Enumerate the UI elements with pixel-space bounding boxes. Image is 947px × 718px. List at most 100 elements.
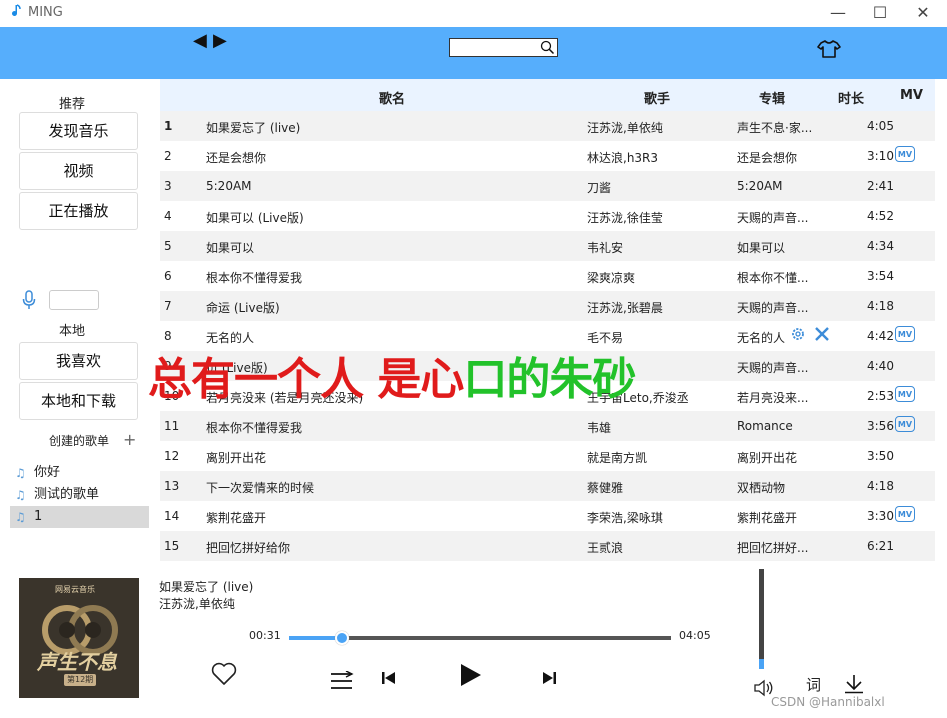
sidebar: 推荐 发现音乐 视频 正在播放 本地 我喜欢 本地和下载 创建的歌单 + ♫ 你… [0,79,160,564]
row-index: 2 [164,149,172,163]
sidebar-item-liked[interactable]: 我喜欢 [19,342,138,380]
sidebar-item-now-playing[interactable]: 正在播放 [19,192,138,230]
maximize-button[interactable]: ☐ [869,2,891,24]
mv-icon[interactable]: MV [895,146,915,162]
table-row[interactable]: 5 如果可以 韦礼安 如果可以 4:34 [160,231,935,261]
next-track-icon[interactable] [541,671,557,685]
voice-search-field[interactable] [49,290,99,310]
microphone-icon[interactable] [22,290,36,310]
play-icon[interactable] [457,662,483,688]
album-name: 还是会想你 [737,151,798,165]
lyric-toggle-button[interactable]: 词 [806,674,821,695]
sidebar-item-local-download[interactable]: 本地和下载 [19,382,138,420]
column-header-mv[interactable]: MV [900,88,923,103]
song-name: 还是会想你 [206,151,267,165]
minimize-button[interactable]: — [827,2,849,24]
album-name: 声生不息·家... [737,121,813,135]
playlist-item[interactable]: ♫ 1 [10,506,149,528]
table-row[interactable]: 13 下一次爱情来的时候 蔡健雅 双栖动物 4:18 [160,471,935,501]
mv-icon[interactable]: MV [895,416,915,432]
cover-episode: 第12期 [67,675,94,684]
column-header-duration[interactable]: 时长 [838,88,864,107]
artist-name: 汪苏泷,张碧晨 [587,301,663,315]
add-playlist-button[interactable]: + [123,430,136,449]
album-name: 双栖动物 [737,481,786,495]
sidebar-item-video[interactable]: 视频 [19,152,138,190]
song-name: 下一次爱情来的时候 [206,481,315,495]
progress-handle[interactable] [335,631,350,645]
mv-icon[interactable]: MV [895,326,915,342]
window-title: MING [28,5,63,20]
heart-icon[interactable] [211,662,237,686]
forward-arrow-icon[interactable]: ▶ [213,30,227,51]
row-index: 13 [164,479,180,493]
song-duration: 2:41 [867,179,894,193]
row-index: 11 [164,419,180,433]
song-name: 把回忆拼好给你 [206,541,291,555]
song-name: 如果爱忘了 (live) [206,121,301,135]
table-row[interactable]: 15 把回忆拼好给你 王贰浪 把回忆拼好... 6:21 [160,531,935,561]
table-row[interactable]: 12 离别开出花 就是南方凯 离别开出花 3:50 [160,441,935,471]
table-row[interactable]: 11 根本你不懂得爱我 韦雄 Romance 3:56 MV [160,411,935,441]
album-cover[interactable]: 网易云音乐 声生不息 第12期 [19,578,139,698]
table-row[interactable]: 6 根本你不懂得爱我 梁爽凉爽 根本你不懂... 3:54 [160,261,935,291]
song-duration: 4:34 [867,239,894,253]
table-row[interactable]: 14 紫荆花盛开 李荣浩,梁咏琪 紫荆花盛开 3:30 MV [160,501,935,531]
row-hover-actions [790,326,830,342]
settings-icon[interactable] [790,326,806,342]
song-name: 如果可以 (Live版) [206,211,304,225]
mv-icon[interactable]: MV [895,506,915,522]
song-name: 根本你不懂得爱我 [206,271,303,285]
artist-name: 梁爽凉爽 [587,271,636,285]
row-index: 1 [164,119,173,133]
tshirt-icon[interactable] [817,39,841,59]
album-name: 若月亮没来... [737,391,809,405]
song-duration: 4:52 [867,209,894,223]
previous-track-icon[interactable] [381,671,397,685]
song-duration: 4:18 [867,479,894,493]
playlist-label: 测试的歌单 [34,487,100,502]
song-duration: 4:05 [867,119,894,133]
row-index: 6 [164,269,172,283]
table-header: 歌名 歌手 专辑 时长 MV [160,79,935,111]
table-row[interactable]: 7 命运 (Live版) 汪苏泷,张碧晨 天赐的声音... 4:18 [160,291,935,321]
progress-slider[interactable] [289,631,671,645]
sidebar-item-discover-music[interactable]: 发现音乐 [19,112,138,150]
song-name: 命运 (Live版) [206,301,280,315]
column-header-album[interactable]: 专辑 [759,88,785,107]
close-button[interactable]: ✕ [912,2,934,24]
artist-name: 就是南方凯 [587,451,648,465]
music-note-icon [12,4,21,16]
row-index: 14 [164,509,180,523]
mv-icon[interactable]: MV [895,386,915,402]
search-box[interactable] [449,38,558,60]
table-row[interactable]: 2 还是会想你 林达浪,h3R3 还是会想你 3:10 MV [160,141,935,171]
search-input[interactable] [452,42,544,60]
remove-icon[interactable] [814,326,830,342]
playlist-mode-icon[interactable] [330,671,354,691]
playlist-item[interactable]: ♫ 你好 [10,462,149,484]
song-name: 紫荆花盛开 [206,511,267,525]
row-index: 3 [164,179,172,193]
table-row[interactable]: 4 如果可以 (Live版) 汪苏泷,徐佳莹 天赐的声音... 4:52 [160,201,935,231]
volume-slider[interactable] [759,569,764,669]
back-arrow-icon[interactable]: ◀ [193,30,207,51]
song-duration: 4:18 [867,299,894,313]
song-duration: 3:54 [867,269,894,283]
song-name: 如果可以 [206,241,255,255]
music-list-icon: ♫ [15,466,26,480]
progress-fill [289,636,343,640]
top-header: ◀ ▶ [0,27,947,79]
search-icon[interactable] [540,40,555,55]
download-icon[interactable] [844,674,864,694]
playlist-item[interactable]: ♫ 测试的歌单 [10,484,149,506]
album-name: 紫荆花盛开 [737,511,798,525]
desktop-lyric[interactable]: 总有一个人 是心口的朱砂 [148,343,636,407]
table-row[interactable]: 3 5:20AM 刀酱 5:20AM 2:41 [160,171,935,201]
artist-name: 蔡健雅 [587,481,624,495]
column-header-artist[interactable]: 歌手 [644,88,670,107]
volume-fill [759,659,764,669]
row-index: 4 [164,209,172,223]
table-row[interactable]: 1 如果爱忘了 (live) 汪苏泷,单依纯 声生不息·家... 4:05 [160,111,935,141]
column-header-name[interactable]: 歌名 [379,88,405,107]
